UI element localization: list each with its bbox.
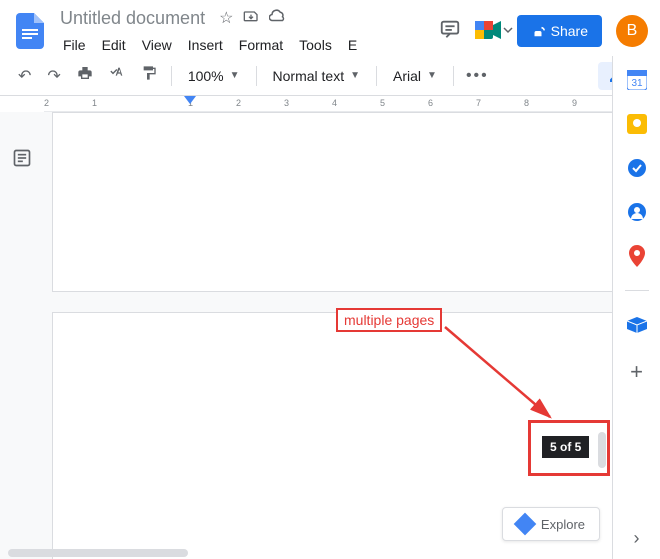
menu-edit[interactable]: Edit — [95, 33, 133, 57]
undo-icon[interactable]: ↶ — [12, 62, 37, 90]
left-gutter — [0, 112, 44, 559]
toolbar-more-icon[interactable]: ••• — [462, 63, 493, 89]
menu-tools[interactable]: Tools — [292, 33, 339, 57]
menu-file[interactable]: File — [56, 33, 93, 57]
menu-extensions[interactable]: E — [341, 33, 364, 57]
document-page[interactable] — [52, 112, 652, 292]
toolbar: ↶ ↷ 100%▼ Normal text▼ Arial▼ ••• ▼ — [0, 56, 660, 96]
svg-text:31: 31 — [631, 78, 643, 89]
horizontal-ruler[interactable]: 2 1 1 2 3 4 5 6 7 8 9 — [44, 96, 660, 112]
user-avatar[interactable]: B — [616, 15, 648, 47]
get-addons-icon[interactable]: + — [630, 359, 643, 385]
app-header: Untitled document ☆ File Edit View Inser… — [0, 0, 660, 56]
outline-icon[interactable] — [12, 148, 32, 559]
style-select[interactable]: Normal text▼ — [265, 64, 368, 88]
separator — [376, 66, 377, 86]
print-icon[interactable] — [71, 61, 99, 90]
comment-history-icon[interactable] — [439, 18, 461, 45]
star-icon[interactable]: ☆ — [219, 8, 233, 28]
header-right: Share B — [439, 15, 648, 47]
separator — [625, 290, 649, 291]
share-button[interactable]: Share — [517, 15, 602, 47]
chevron-down-icon: ▼ — [230, 70, 240, 81]
keep-icon[interactable] — [627, 114, 647, 134]
menu-format[interactable]: Format — [232, 33, 290, 57]
chevron-down-icon: ▼ — [427, 70, 437, 81]
side-panel: 31 + › — [612, 56, 660, 559]
spellcheck-icon[interactable] — [103, 61, 131, 90]
title-area: Untitled document ☆ File Edit View Inser… — [56, 6, 364, 57]
annotation-label: multiple pages — [336, 308, 442, 332]
cloud-status-icon[interactable] — [269, 9, 287, 28]
docs-logo-icon[interactable] — [12, 13, 48, 49]
explore-label: Explore — [541, 517, 585, 532]
meet-icon[interactable] — [475, 19, 503, 43]
zoom-select[interactable]: 100%▼ — [180, 64, 248, 88]
menubar: File Edit View Insert Format Tools E — [56, 33, 364, 57]
tasks-icon[interactable] — [627, 158, 647, 178]
paint-format-icon[interactable] — [135, 61, 163, 90]
separator — [256, 66, 257, 86]
contacts-icon[interactable] — [627, 202, 647, 222]
page-counter: 5 of 5 — [542, 436, 589, 458]
separator — [453, 66, 454, 86]
explore-icon — [514, 513, 537, 536]
addon-icon[interactable] — [627, 315, 647, 335]
document-title[interactable]: Untitled document — [56, 6, 209, 31]
move-icon[interactable] — [243, 8, 259, 29]
calendar-icon[interactable]: 31 — [627, 70, 647, 90]
font-select[interactable]: Arial▼ — [385, 64, 445, 88]
redo-icon[interactable]: ↷ — [41, 62, 66, 90]
menu-insert[interactable]: Insert — [181, 33, 230, 57]
main-area — [0, 112, 660, 559]
chevron-down-icon: ▼ — [350, 70, 360, 81]
menu-view[interactable]: View — [135, 33, 179, 57]
horizontal-scrollbar[interactable] — [8, 549, 188, 557]
scrollbar-thumb[interactable] — [598, 432, 606, 468]
indent-marker-icon[interactable] — [184, 96, 196, 108]
separator — [171, 66, 172, 86]
document-canvas[interactable] — [44, 112, 660, 559]
explore-button[interactable]: Explore — [502, 507, 600, 541]
share-label: Share — [551, 23, 588, 39]
collapse-panel-icon[interactable]: › — [634, 528, 640, 549]
maps-icon[interactable] — [627, 246, 647, 266]
